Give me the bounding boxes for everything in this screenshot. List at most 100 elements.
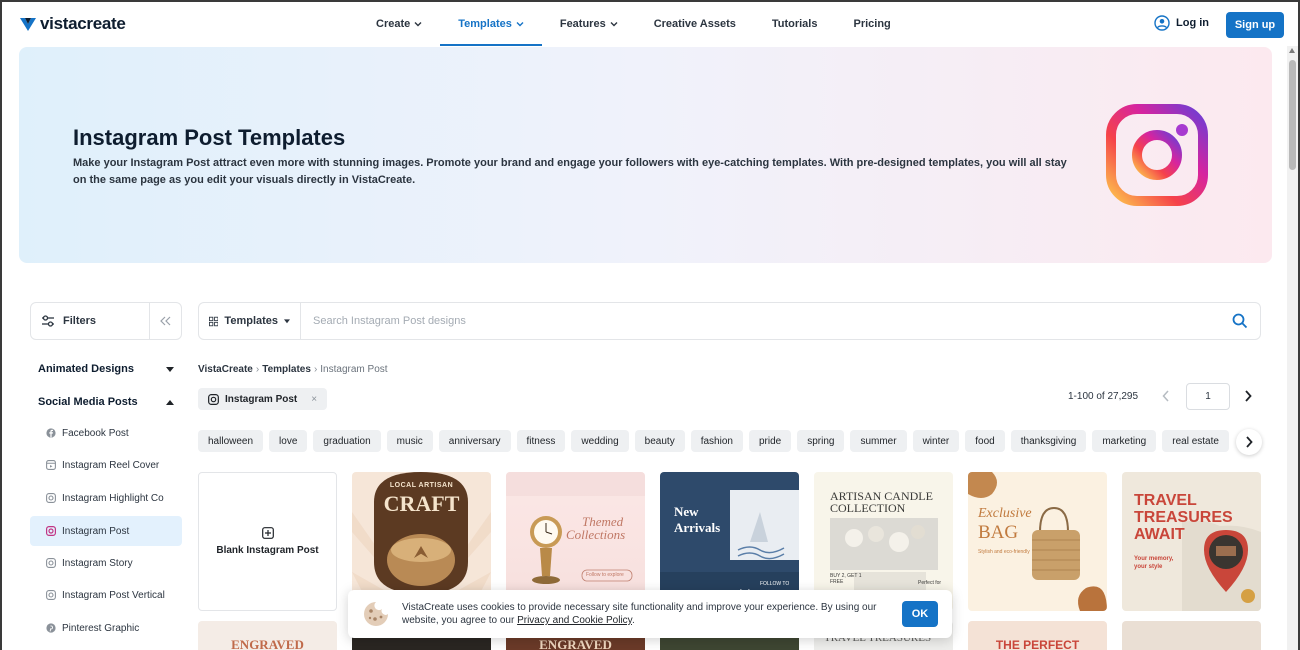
sidebar-item-instagram-post-vertical[interactable]: Instagram Post Vertical [30, 580, 182, 610]
template-text: CRAFT [383, 491, 460, 516]
sidebar-section-social-media-posts[interactable]: Social Media Posts [38, 396, 174, 408]
template-text: Perfect for [918, 580, 942, 586]
tag-chip[interactable]: fitness [516, 430, 566, 452]
template-text: LOCAL ARTISAN [389, 482, 454, 489]
filters-panel-toggle: Filters [30, 302, 182, 340]
collapse-sidebar-button[interactable] [150, 316, 181, 326]
template-text: ENGRAVED [539, 637, 612, 650]
tag-chip[interactable]: real estate [1162, 430, 1229, 452]
template-card[interactable]: THE PERFECT [968, 621, 1107, 650]
instagram-icon [208, 393, 219, 405]
pagination: 1-100 of 27,295 [1068, 383, 1258, 410]
logo-text: vistacreate [40, 14, 126, 33]
cookie-text-end: . [631, 615, 635, 626]
tag-chip[interactable]: music [386, 430, 433, 452]
sidebar-item-instagram-reel-cover[interactable]: Instagram Reel Cover [30, 450, 182, 480]
caret-down-icon [284, 318, 290, 323]
page-number-input[interactable] [1186, 383, 1231, 410]
breadcrumb-current: Instagram Post [320, 364, 388, 375]
template-card[interactable] [1122, 621, 1261, 650]
template-card[interactable]: Exclusive BAG Stylish and eco-friendly [968, 472, 1107, 611]
nav-create[interactable]: Create [358, 2, 440, 46]
tag-chip[interactable]: food [965, 430, 1005, 452]
template-card[interactable]: TRAVEL TREASURES AWAIT Your memory, your… [1122, 472, 1261, 611]
tag-chip[interactable]: fashion [690, 430, 743, 452]
template-text: Follow to explore [586, 572, 624, 578]
tag-chip[interactable]: marketing [1092, 430, 1157, 452]
tag-chip[interactable]: love [269, 430, 308, 452]
cookie-message: VistaCreate uses cookies to provide nece… [402, 601, 894, 627]
chevron-left-icon [1162, 389, 1169, 402]
tag-chip[interactable]: halloween [198, 430, 264, 452]
sidebar-item-facebook-post[interactable]: Facebook Post [30, 418, 182, 448]
chevron-right-icon [1246, 436, 1253, 448]
sidebar-item-instagram-post[interactable]: Instagram Post [30, 516, 182, 546]
breadcrumb-vistacreate[interactable]: VistaCreate [198, 364, 253, 375]
facebook-icon [46, 428, 56, 438]
chevron-down-icon [516, 22, 524, 27]
template-text: Your memory, your style [1134, 556, 1174, 570]
reel-icon [46, 460, 56, 470]
logo-mark-icon [20, 18, 36, 31]
tag-chip[interactable]: beauty [634, 430, 685, 452]
signup-button[interactable]: Sign up [1226, 12, 1284, 38]
tag-chip[interactable]: anniversary [438, 430, 511, 452]
cookie-icon [364, 602, 388, 626]
logo[interactable]: vistacreate [19, 14, 126, 34]
scroll-up-arrow-icon[interactable] [1289, 48, 1295, 53]
privacy-policy-link[interactable]: Privacy and Cookie Policy [517, 615, 632, 626]
sidebar-item-label: Instagram Reel Cover [62, 459, 160, 471]
page-scrollbar[interactable] [1287, 46, 1298, 650]
template-card[interactable]: ENGRAVED [198, 621, 337, 650]
tag-chip[interactable]: spring [797, 430, 845, 452]
filters-button[interactable]: Filters [31, 303, 150, 339]
login-label: Log in [1176, 17, 1209, 29]
next-page-button[interactable] [1238, 389, 1258, 405]
template-text: Exclusive [978, 506, 1032, 521]
nav-templates-label: Templates [458, 18, 512, 30]
tag-chip[interactable]: winter [912, 430, 960, 452]
instagram-icon [46, 526, 56, 536]
tag-list: halloween love graduation music annivers… [198, 430, 1238, 452]
sidebar-item-pinterest-graphic[interactable]: Pinterest Graphic [30, 613, 182, 643]
nav-creative-assets-label: Creative Assets [653, 18, 736, 30]
breadcrumb-templates[interactable]: Templates [262, 364, 311, 375]
pinterest-icon [46, 623, 56, 633]
tag-chip[interactable]: thanksgiving [1010, 430, 1087, 452]
plus-square-icon [261, 527, 274, 539]
search-button[interactable] [1220, 313, 1260, 329]
tag-chip[interactable]: graduation [313, 430, 381, 452]
nav-tutorials[interactable]: Tutorials [754, 2, 836, 46]
filters-label: Filters [63, 315, 97, 327]
tag-chip[interactable]: pride [748, 430, 792, 452]
category-dropdown[interactable]: Templates [199, 303, 301, 339]
nav-templates[interactable]: Templates [440, 2, 542, 46]
sidebar-item-instagram-story[interactable]: Instagram Story [30, 548, 182, 578]
nav-features[interactable]: Features [542, 2, 636, 46]
nav-pricing[interactable]: Pricing [835, 2, 908, 46]
scrollbar-thumb[interactable] [1289, 60, 1296, 170]
cookie-text: VistaCreate uses cookies to provide nece… [402, 602, 877, 626]
tag-chip[interactable]: wedding [571, 430, 629, 452]
blank-template-card[interactable]: Blank Instagram Post [198, 472, 337, 611]
chevron-down-icon [610, 22, 618, 27]
template-text: Arrivals [674, 520, 721, 535]
nav-creative-assets[interactable]: Creative Assets [636, 2, 754, 46]
instagram-logo-icon [1106, 104, 1208, 206]
cookie-ok-button[interactable]: OK [902, 601, 938, 627]
sidebar-section-animated-designs[interactable]: Animated Designs [38, 363, 174, 375]
grid-icon [209, 316, 219, 326]
template-text: New [674, 504, 699, 519]
search-input[interactable] [301, 315, 1220, 327]
remove-filter-icon[interactable]: × [311, 394, 317, 405]
sidebar-item-label: Instagram Highlight Co [62, 492, 164, 504]
tags-scroll-right-button[interactable] [1236, 429, 1262, 455]
sidebar-item-instagram-highlight-cover[interactable]: Instagram Highlight Co [30, 483, 182, 513]
instagram-icon [46, 558, 56, 568]
caret-down-icon [166, 366, 174, 372]
prev-page-button[interactable] [1156, 389, 1176, 405]
login-button[interactable]: Log in [1154, 15, 1209, 31]
template-text: Stylish and eco-friendly [978, 549, 1030, 555]
tag-chip[interactable]: summer [850, 430, 907, 452]
breadcrumb-separator: › [313, 364, 318, 375]
